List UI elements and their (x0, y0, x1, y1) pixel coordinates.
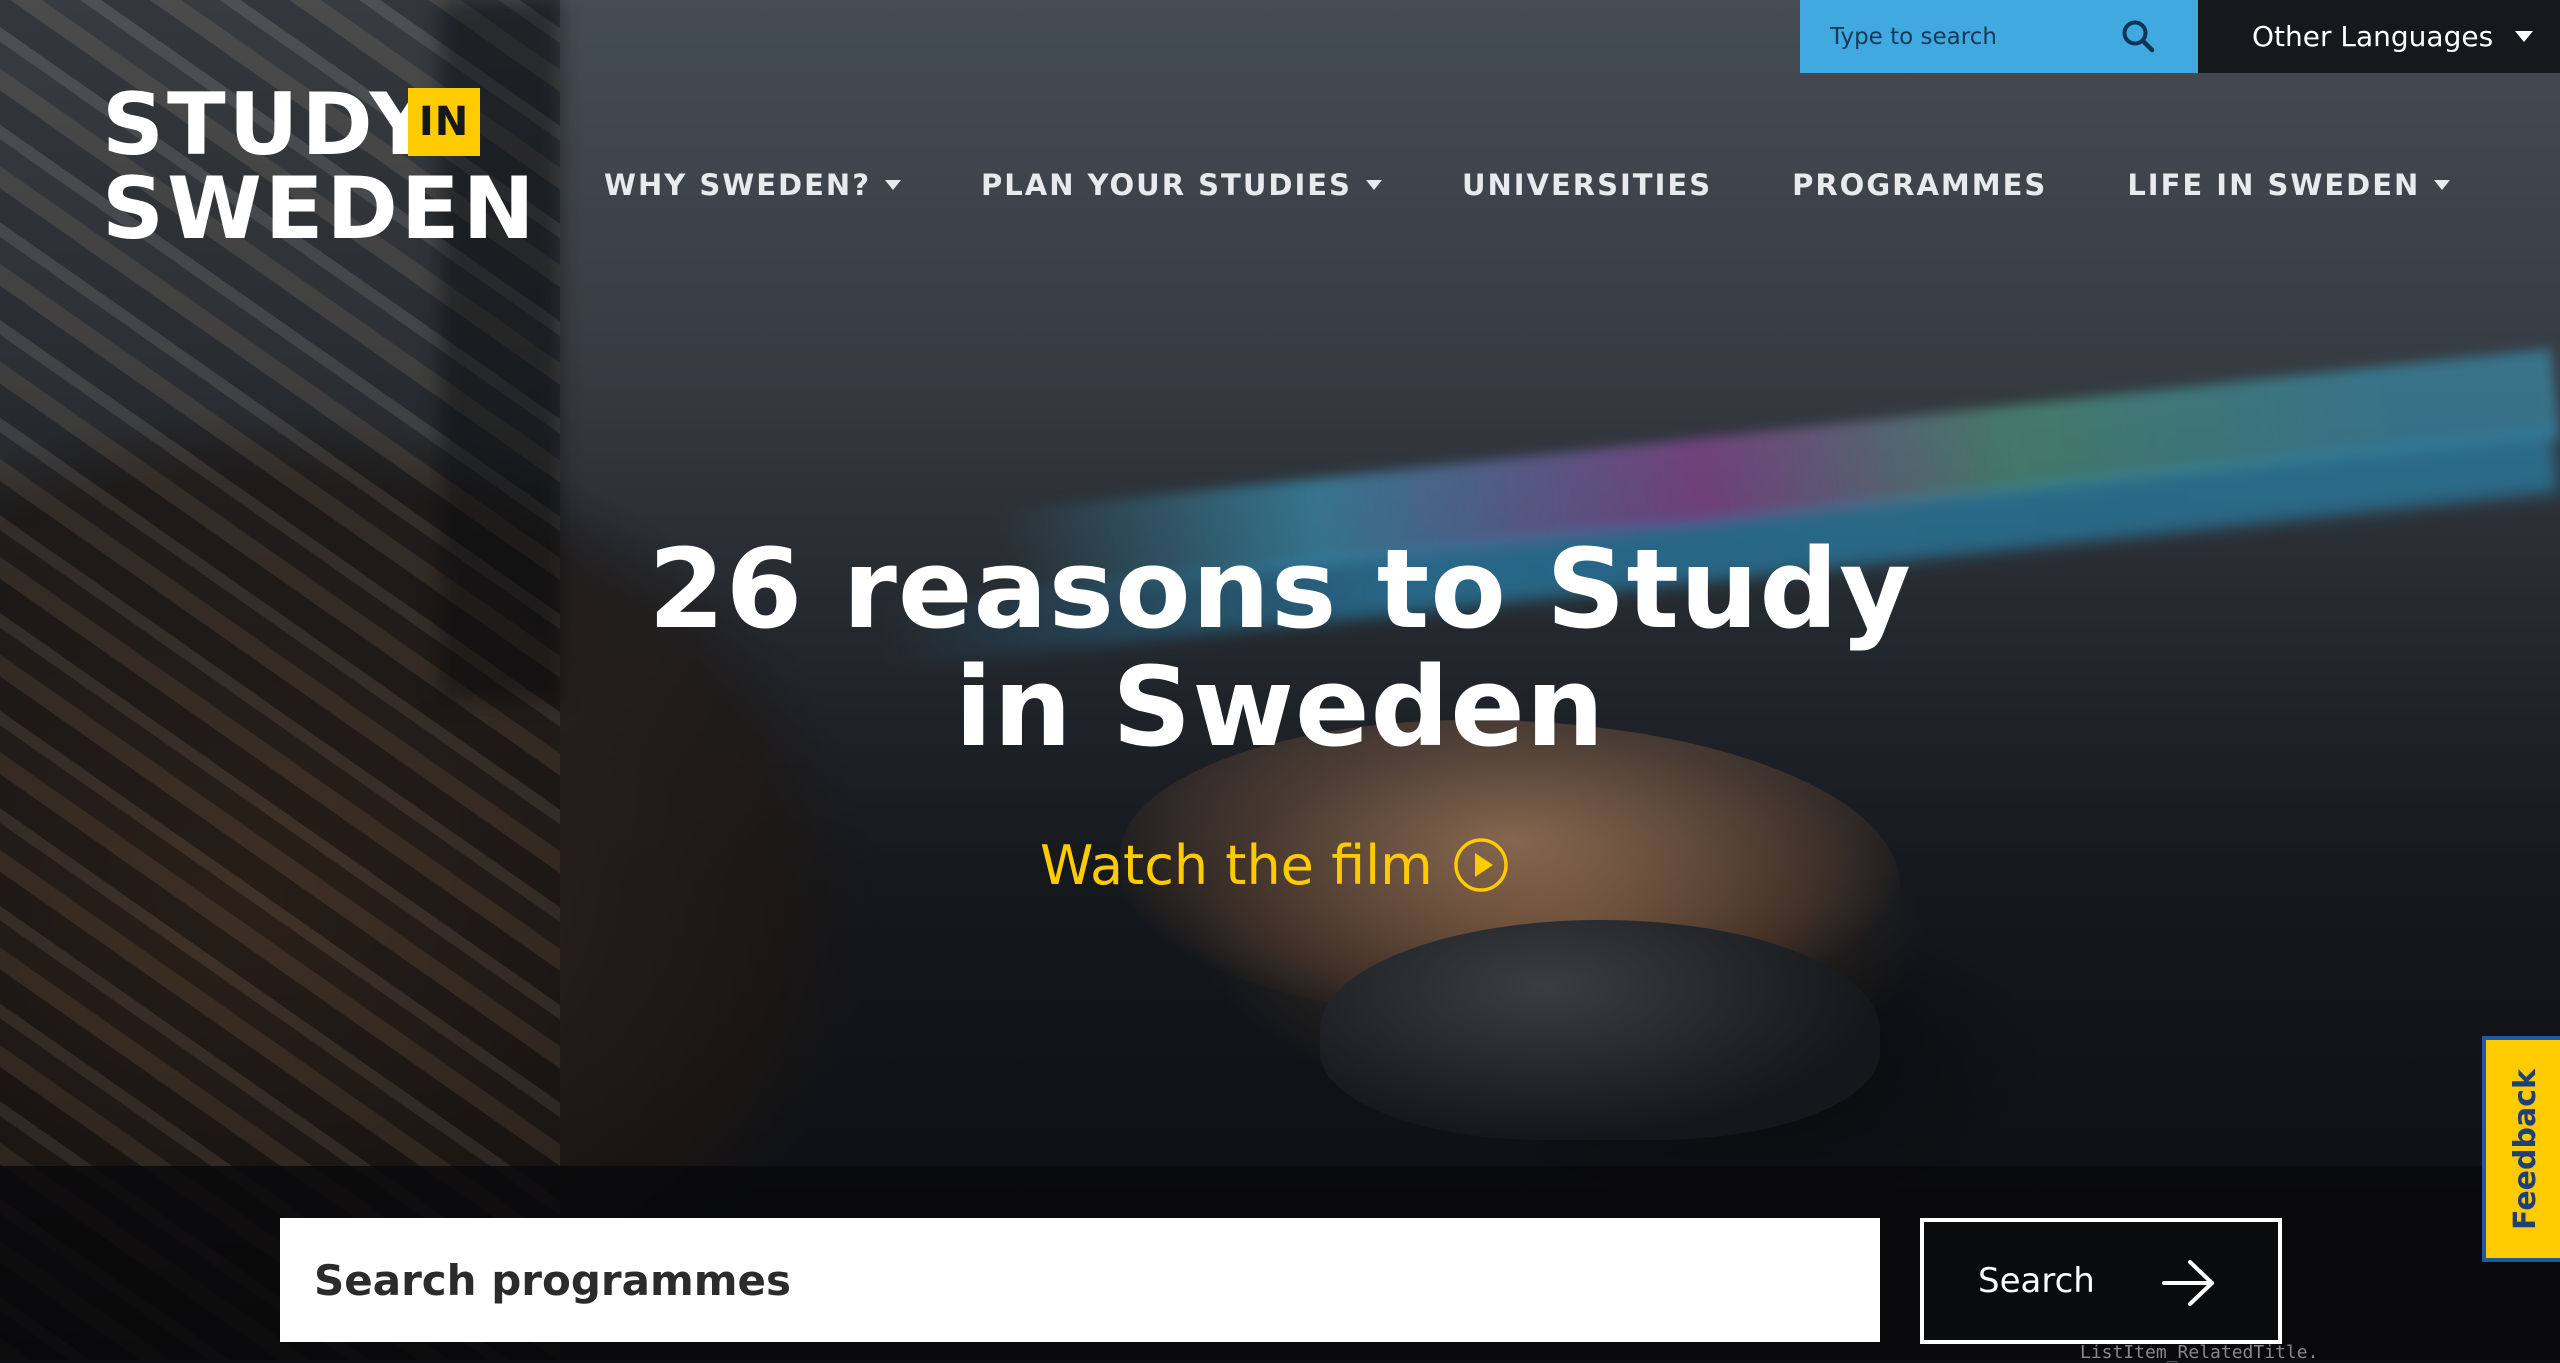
nav-item-why-sweden[interactable]: WHY SWEDEN? (604, 168, 902, 202)
nav-item-label: PLAN YOUR STUDIES (981, 168, 1352, 202)
language-selector-label: Other Languages (2252, 20, 2494, 53)
hero-headline-line2: in Sweden (954, 643, 1606, 771)
language-selector[interactable]: Other Languages (2198, 0, 2560, 73)
arrow-right-icon (2162, 1260, 2214, 1306)
watch-film-link[interactable]: Watch the film (1040, 820, 1509, 910)
nav-item-label: LIFE IN SWEDEN (2127, 168, 2421, 202)
site-logo[interactable]: STUDY IN SWEDEN (102, 82, 535, 252)
programme-search-input[interactable] (312, 1254, 1816, 1306)
caret-down-icon (1365, 180, 1382, 190)
play-circle-icon (1453, 838, 1508, 892)
chevron-down-icon (2515, 31, 2534, 42)
nav-item-life-in-sweden[interactable]: LIFE IN SWEDEN (2127, 168, 2451, 202)
site-search-box (1800, 0, 2198, 73)
logo-line-sweden: SWEDEN (102, 159, 538, 259)
caret-down-icon (885, 180, 902, 190)
main-navigation: WHY SWEDEN? PLAN YOUR STUDIES UNIVERSITI… (604, 160, 2530, 210)
caret-down-icon (2434, 180, 2451, 190)
programme-search-button[interactable]: Search (1920, 1218, 2282, 1344)
search-icon[interactable] (2120, 18, 2156, 54)
hero-headline-line1: 26 reasons to Study (648, 525, 1912, 653)
search-button-label: Search (1978, 1261, 2095, 1301)
nav-item-universities[interactable]: UNIVERSITIES (1462, 168, 1712, 202)
watch-film-label: Watch the film (1040, 833, 1433, 897)
site-search-input[interactable] (1828, 22, 2122, 51)
nav-item-label: UNIVERSITIES (1461, 168, 1713, 202)
nav-item-label: WHY SWEDEN? (604, 168, 872, 202)
logo-badge-in: IN (408, 88, 480, 156)
nav-item-label: PROGRAMMES (1792, 168, 2048, 202)
logo-line-study: STUDY (102, 75, 435, 175)
background-mouse (1320, 920, 1880, 1140)
programme-search-field (280, 1218, 1880, 1342)
feedback-tab[interactable]: Feedback (2482, 1036, 2560, 1262)
hero-headline: 26 reasons to Study in Sweden (560, 530, 2000, 766)
feedback-label: Feedback (2507, 1068, 2543, 1230)
nav-item-programmes[interactable]: PROGRAMMES (1792, 168, 2047, 202)
nav-item-plan-your-studies[interactable]: PLAN YOUR STUDIES (981, 168, 1382, 202)
